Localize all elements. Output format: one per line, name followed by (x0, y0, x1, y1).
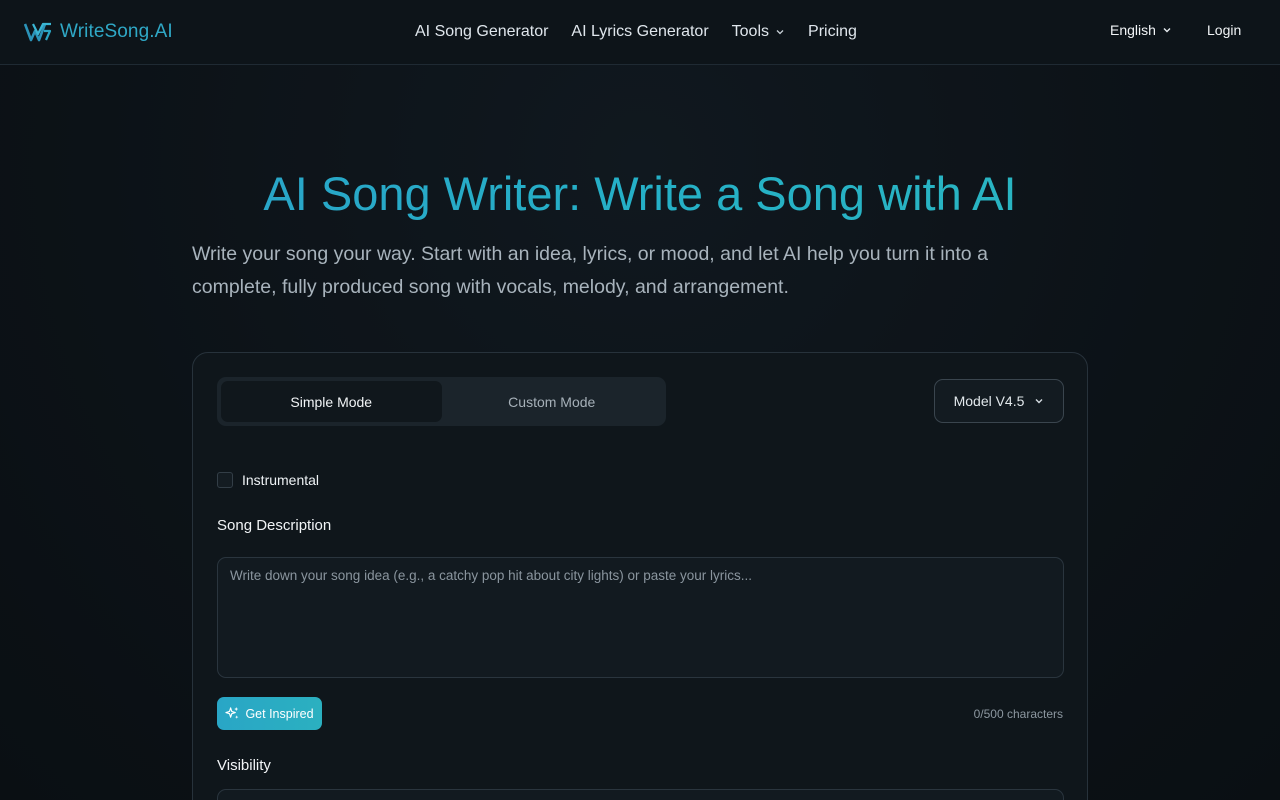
chevron-down-icon (1035, 399, 1043, 404)
brand-logo[interactable]: WriteSong.AI (24, 20, 173, 44)
mode-switch: Simple Mode Custom Mode (217, 377, 666, 426)
nav-label: Pricing (808, 23, 857, 40)
tab-custom-mode[interactable]: Custom Mode (442, 381, 663, 422)
character-count: 0/500 characters (973, 707, 1063, 721)
get-inspired-button[interactable]: Get Inspired (217, 697, 322, 730)
instrumental-label: Instrumental (242, 472, 320, 488)
get-inspired-label: Get Inspired (245, 706, 314, 721)
instrumental-checkbox[interactable] (217, 472, 233, 488)
login-link[interactable]: Login (1207, 22, 1241, 38)
logo-icon (24, 22, 52, 42)
nav-label: AI Song Generator (415, 23, 549, 40)
page-title: AI Song Writer: Write a Song with AI (0, 166, 1280, 222)
sparkles-icon (225, 706, 239, 719)
nav-ai-song-generator[interactable]: AI Song Generator (415, 23, 548, 41)
tab-simple-mode[interactable]: Simple Mode (221, 381, 442, 422)
song-description-input[interactable] (217, 557, 1064, 678)
visibility-label: Visibility (217, 757, 271, 774)
chevron-down-icon (1163, 28, 1171, 33)
main-nav: AI Song Generator AI Lyrics Generator To… (415, 20, 880, 44)
nav-label: AI Lyrics Generator (571, 23, 709, 40)
nav-label: Tools (731, 23, 770, 40)
language-label: English (1110, 22, 1156, 38)
instrumental-toggle[interactable]: Instrumental (217, 472, 319, 488)
nav-pricing[interactable]: Pricing (808, 23, 857, 41)
visibility-select[interactable] (217, 789, 1064, 800)
language-selector[interactable]: English (1110, 22, 1172, 38)
brand-name: WriteSong.AI (60, 21, 173, 42)
nav-ai-lyrics-generator[interactable]: AI Lyrics Generator (571, 23, 708, 41)
song-form-card: Simple Mode Custom Mode Model V4.5 Instr… (192, 352, 1088, 800)
page-subtitle: Write your song your way. Start with an … (192, 243, 988, 298)
song-description-label: Song Description (217, 517, 332, 534)
model-label: Model V4.5 (953, 393, 1025, 409)
nav-tools[interactable]: Tools (732, 23, 785, 41)
site-header: WriteSong.AI AI Song Generator AI Lyrics… (0, 0, 1280, 65)
chevron-down-icon (776, 30, 784, 35)
model-select[interactable]: Model V4.5 (934, 379, 1064, 423)
